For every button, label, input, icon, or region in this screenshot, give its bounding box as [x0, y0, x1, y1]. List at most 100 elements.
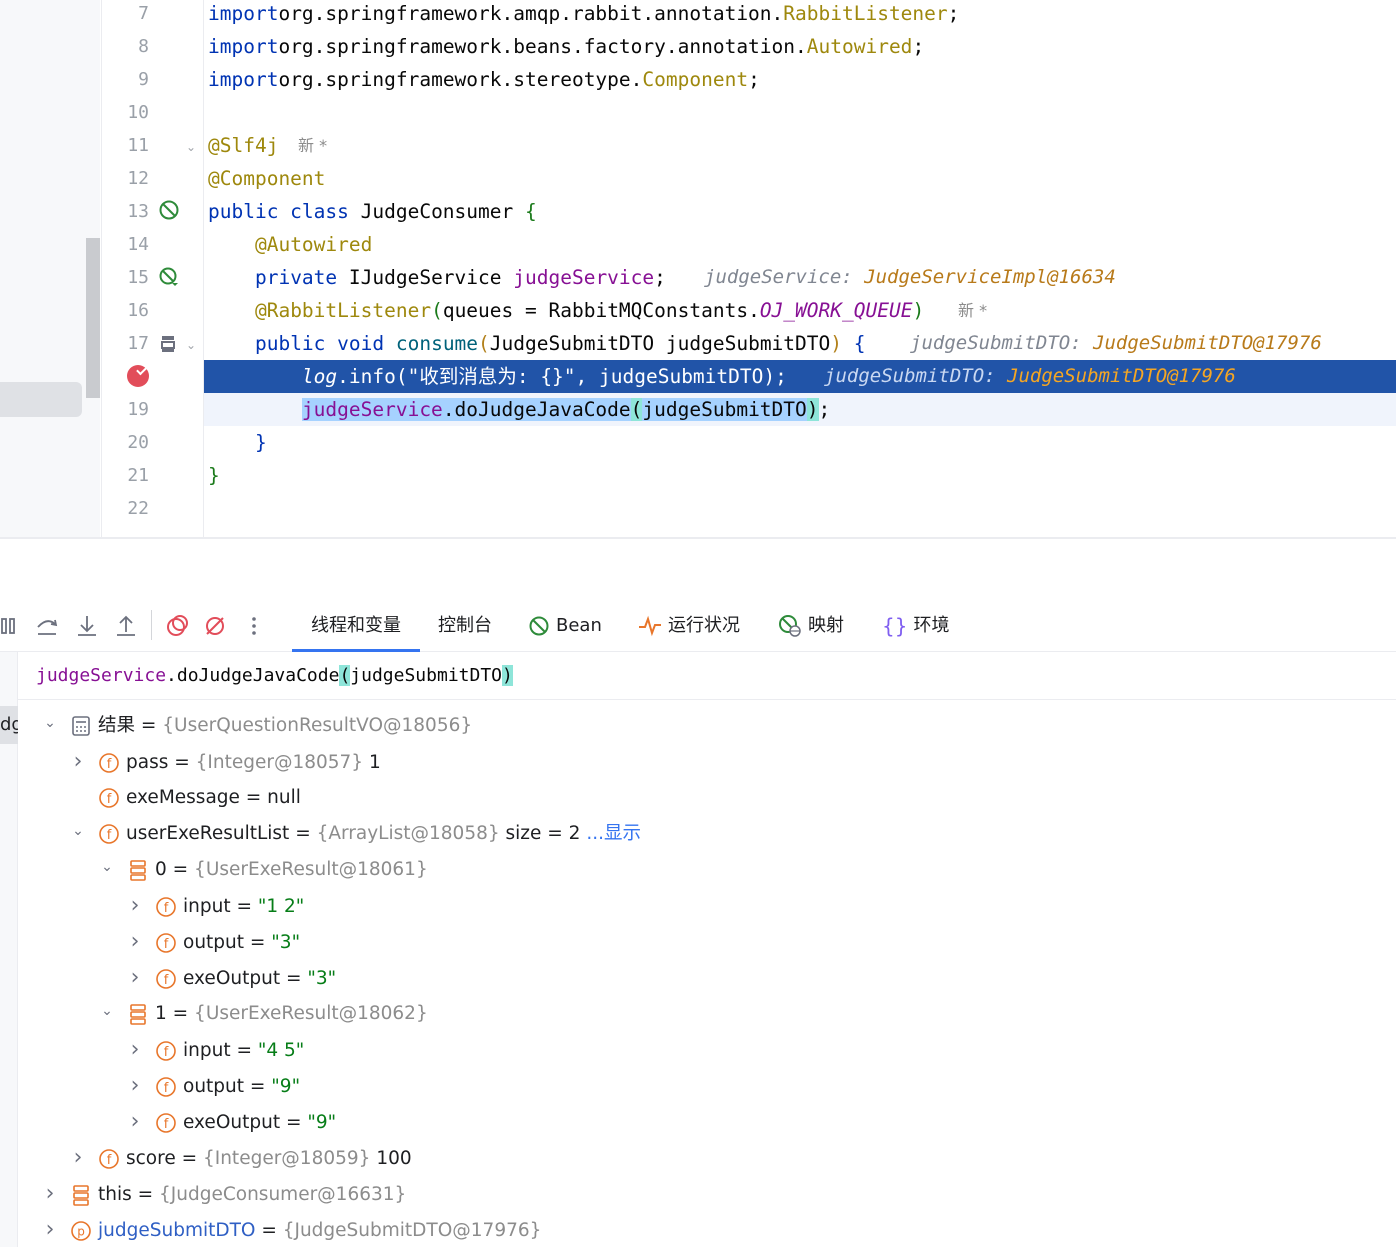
- panel-divider[interactable]: [0, 537, 1396, 539]
- code-line[interactable]: @Slf4j 新 *: [204, 129, 1396, 162]
- svg-text:p: p: [77, 1225, 85, 1239]
- code-line[interactable]: @Component: [204, 162, 1396, 195]
- variable-name: this: [98, 1184, 132, 1205]
- code-line[interactable]: importorg.springframework.beans.factory.…: [204, 30, 1396, 63]
- code-line[interactable]: }: [204, 426, 1396, 459]
- equals-sign: =: [135, 715, 163, 736]
- code-line[interactable]: public void consume(JudgeSubmitDTO judge…: [204, 327, 1396, 360]
- step-out-icon[interactable]: [113, 613, 139, 639]
- code-token: org.springframework.amqp.rabbit.annotati…: [278, 2, 784, 25]
- expression-text[interactable]: judgeService.doJudgeJavaCode(judgeSubmit…: [36, 652, 513, 700]
- field-icon: f: [156, 1041, 176, 1061]
- autowired-gutter-icon[interactable]: [158, 266, 180, 288]
- code-line[interactable]: @Autowired: [204, 228, 1396, 261]
- code-line[interactable]: judgeService.doJudgeJavaCode(judgeSubmit…: [204, 393, 1396, 426]
- chevron-right-icon[interactable]: ›: [125, 960, 145, 996]
- inline-value-hint[interactable]: judgeSubmitDTO: JudgeSubmitDTO@17976: [824, 360, 1236, 393]
- pause-icon[interactable]: [0, 613, 22, 639]
- code-editor[interactable]: 7 importorg.springframework.amqp.rabbit.a…: [0, 0, 1396, 537]
- variable-row[interactable]: › f input = "4 5": [125, 1032, 305, 1068]
- code-line[interactable]: @RabbitListener(queues = RabbitMQConstan…: [204, 294, 1396, 327]
- variable-row[interactable]: › f exeOutput = "9": [125, 1104, 337, 1140]
- more-icon[interactable]: [241, 613, 267, 639]
- breakpoint-icon[interactable]: [127, 365, 149, 387]
- bean-gutter-icon[interactable]: [158, 199, 180, 221]
- variable-row[interactable]: › p judgeSubmitDTO = {JudgeSubmitDTO@17976…: [40, 1212, 542, 1247]
- variable-row[interactable]: › f score = {Integer@18059} 100: [68, 1140, 412, 1176]
- chevron-down-icon[interactable]: ⌄: [97, 849, 117, 885]
- step-over-icon[interactable]: [34, 613, 60, 639]
- tab-environment[interactable]: {} 环境: [882, 600, 949, 652]
- chevron-down-icon[interactable]: ⌄: [97, 993, 117, 1029]
- inline-value-hint[interactable]: judgeService: JudgeServiceImpl@16634: [704, 261, 1116, 294]
- toolbar-separator: [151, 610, 152, 640]
- step-into-icon[interactable]: [74, 613, 100, 639]
- code-text: importorg.springframework.stereotype.Com…: [208, 63, 760, 96]
- tab-console[interactable]: 控制台: [438, 600, 492, 652]
- tab-threads-variables[interactable]: 线程和变量: [292, 600, 420, 652]
- side-panel-selection[interactable]: [0, 382, 82, 417]
- code-line[interactable]: importorg.springframework.amqp.rabbit.an…: [204, 0, 1396, 30]
- tab-label: 环境: [913, 615, 950, 636]
- chevron-right-icon[interactable]: ›: [125, 924, 145, 960]
- inline-hint-value: JudgeServiceImpl@16634: [864, 266, 1116, 288]
- variable-row[interactable]: › f output = "3": [125, 924, 301, 960]
- chevron-right-icon[interactable]: ›: [40, 1212, 60, 1247]
- variable-name: 1: [155, 1003, 167, 1024]
- variable-row[interactable]: ⌄ f userExeResultList = {ArrayList@18058} …: [68, 816, 641, 852]
- equals-sign: =: [280, 968, 308, 989]
- variable-name: judgeSubmitDTO: [98, 1220, 256, 1241]
- code-line[interactable]: private IJudgeService judgeService; judge…: [204, 261, 1396, 294]
- chevron-right-icon[interactable]: ›: [68, 1140, 88, 1176]
- code-token: ;: [912, 35, 925, 58]
- variable-row[interactable]: ⌄ 0 = {UserExeResult@18061}: [97, 852, 428, 888]
- variable-row[interactable]: ⌄ 结果 = {UserQuestionResultVO@18056}: [40, 708, 472, 744]
- calc-icon: [72, 716, 90, 736]
- evaluate-expression-bar[interactable]: judgeService.doJudgeJavaCode(judgeSubmit…: [18, 652, 1396, 700]
- debug-toolbar: 线程和变量 控制台 Bean 运行状况 映射 {} 环境: [0, 600, 1396, 652]
- fold-chevron-icon[interactable]: ⌄: [186, 339, 198, 351]
- variable-row[interactable]: › f pass = {Integer@18057} 1: [68, 744, 381, 780]
- variable-row[interactable]: › f exeOutput = "3": [125, 960, 337, 996]
- vcs-new-tag[interactable]: 新 *: [958, 294, 987, 327]
- side-panel-scrollbar[interactable]: [86, 238, 100, 398]
- code-token: OJ_WORK_QUEUE: [759, 299, 913, 322]
- variable-row[interactable]: ⌄ 1 = {UserExeResult@18062}: [97, 996, 428, 1032]
- variable-string-value: "3": [307, 968, 337, 989]
- chevron-right-icon[interactable]: ›: [125, 1068, 145, 1104]
- variable-row[interactable]: › this = {JudgeConsumer@16631}: [40, 1176, 407, 1212]
- chevron-right-icon[interactable]: ›: [125, 1032, 145, 1068]
- tab-health[interactable]: 运行状况: [638, 600, 740, 652]
- variable-type: {JudgeSubmitDTO@17976}: [282, 1220, 542, 1241]
- variable-row[interactable]: › f output = "9": [125, 1068, 301, 1104]
- inline-value-hint[interactable]: judgeSubmitDTO: JudgeSubmitDTO@17976: [910, 327, 1322, 360]
- chevron-right-icon[interactable]: ›: [125, 1104, 145, 1140]
- code-token: .doJudgeJavaCode: [442, 398, 631, 421]
- chevron-right-icon[interactable]: ›: [125, 888, 145, 924]
- frame-label[interactable]: dg: [0, 706, 18, 744]
- show-more-link[interactable]: ...显示: [586, 823, 641, 844]
- equals-sign: =: [166, 1003, 195, 1024]
- chevron-down-icon[interactable]: ⌄: [68, 813, 88, 849]
- tab-mappings[interactable]: 映射: [778, 600, 844, 652]
- code-line[interactable]: importorg.springframework.stereotype.Com…: [204, 63, 1396, 96]
- tab-bean[interactable]: Bean: [528, 600, 602, 652]
- variable-row[interactable]: › f input = "1 2": [125, 888, 305, 924]
- svg-text:f: f: [107, 1153, 112, 1168]
- variable-row[interactable]: f exeMessage = null: [68, 780, 301, 816]
- method-gutter-icon[interactable]: [158, 333, 180, 355]
- variable-type: {UserExeResult@18061}: [194, 859, 428, 880]
- code-line[interactable]: log.info("收到消息为: {}", judgeSubmitDTO); ju…: [204, 360, 1396, 393]
- fold-chevron-icon[interactable]: ⌄: [186, 141, 198, 153]
- mute-breakpoints-icon[interactable]: [202, 613, 228, 639]
- chevron-right-icon[interactable]: ›: [40, 1176, 60, 1212]
- code-line[interactable]: public class JudgeConsumer {: [204, 195, 1396, 228]
- code-line[interactable]: }: [204, 459, 1396, 492]
- code-line[interactable]: [204, 492, 1396, 525]
- vcs-new-tag[interactable]: 新 *: [298, 129, 327, 162]
- code-line[interactable]: [204, 96, 1396, 129]
- view-breakpoints-icon[interactable]: [164, 613, 190, 639]
- chevron-down-icon[interactable]: ⌄: [40, 705, 60, 741]
- chevron-right-icon[interactable]: ›: [68, 744, 88, 780]
